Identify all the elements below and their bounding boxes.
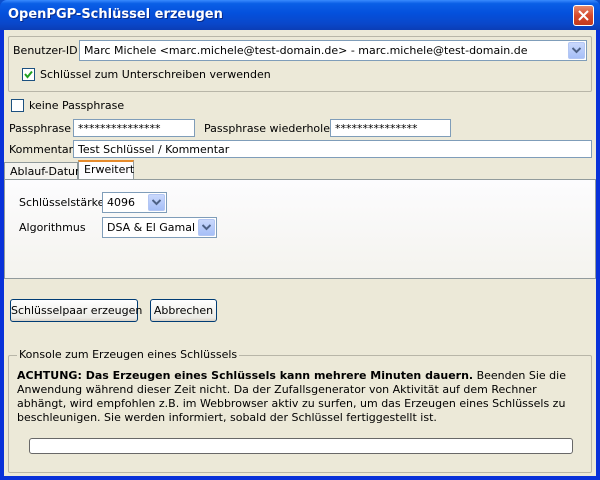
user-id-select[interactable]: Marc Michele <marc.michele@test-domain.d… xyxy=(79,40,587,61)
console-group: Konsole zum Erzeugen eines Schlüssels AC… xyxy=(8,348,592,473)
algorithm-select[interactable]: DSA & El Gamal xyxy=(102,217,217,238)
chevron-down-icon[interactable] xyxy=(198,219,215,236)
generate-keypair-label: Schlüsselpaar erzeugen xyxy=(11,304,143,317)
algorithm-value: DSA & El Gamal xyxy=(107,221,196,234)
algorithm-label: Algorithmus xyxy=(19,221,86,234)
passphrase-label: Passphrase xyxy=(9,122,72,135)
tab-expiry-label: Ablauf-Datum xyxy=(10,165,86,178)
checkmark-icon xyxy=(24,70,33,79)
passphrase-input[interactable]: *************** xyxy=(73,119,195,137)
console-legend: Konsole zum Erzeugen eines Schlüssels xyxy=(17,348,240,361)
comment-value: Test Schlüssel / Kommentar xyxy=(78,143,230,156)
comment-label: Kommentar xyxy=(9,143,74,156)
dialog-body: Benutzer-ID Marc Michele <marc.michele@t… xyxy=(4,30,596,476)
console-message: ACHTUNG: Das Erzeugen eines Schlüssels k… xyxy=(17,369,582,425)
tab-expiry[interactable]: Ablauf-Datum xyxy=(4,162,86,179)
identity-group: Benutzer-ID Marc Michele <marc.michele@t… xyxy=(8,36,592,92)
dialog-window: OpenPGP-Schlüssel erzeugen Benutzer-ID M… xyxy=(0,0,600,480)
chevron-down-icon[interactable] xyxy=(148,194,165,211)
close-icon xyxy=(578,10,589,21)
chevron-down-icon[interactable] xyxy=(568,42,585,59)
console-warning-bold: ACHTUNG: Das Erzeugen eines Schlüssels k… xyxy=(17,369,474,382)
tab-advanced[interactable]: Erweitert xyxy=(78,160,134,180)
keysize-label: Schlüsselstärke xyxy=(19,196,105,209)
generate-keypair-button[interactable]: Schlüsselpaar erzeugen xyxy=(10,299,143,322)
keysize-select[interactable]: 4096 xyxy=(102,192,167,213)
sign-key-checkbox[interactable] xyxy=(22,68,35,81)
no-passphrase-checkbox[interactable] xyxy=(11,99,24,112)
window-title: OpenPGP-Schlüssel erzeugen xyxy=(8,7,223,22)
user-id-value: Marc Michele <marc.michele@test-domain.d… xyxy=(84,44,528,57)
user-id-label: Benutzer-ID xyxy=(13,44,78,57)
no-passphrase-label: keine Passphrase xyxy=(29,99,125,112)
tab-strip: Ablauf-Datum Erweitert xyxy=(4,160,596,180)
cancel-label: Abbrechen xyxy=(153,304,214,317)
tab-advanced-label: Erweitert xyxy=(84,163,135,176)
passphrase-repeat-value: *************** xyxy=(335,122,418,135)
comment-input[interactable]: Test Schlüssel / Kommentar xyxy=(73,140,592,158)
progress-bar xyxy=(29,438,573,454)
keysize-value: 4096 xyxy=(107,196,135,209)
passphrase-repeat-input[interactable]: *************** xyxy=(330,119,451,137)
passphrase-value: *************** xyxy=(78,122,161,135)
passphrase-repeat-label: Passphrase wiederholen xyxy=(204,122,337,135)
title-bar[interactable]: OpenPGP-Schlüssel erzeugen xyxy=(0,0,600,30)
sign-key-label: Schlüssel zum Unterschreiben verwenden xyxy=(40,68,271,81)
close-button[interactable] xyxy=(573,5,594,26)
advanced-panel: Schlüsselstärke 4096 Algorithmus DSA & E… xyxy=(4,179,596,279)
cancel-button[interactable]: Abbrechen xyxy=(150,299,217,322)
